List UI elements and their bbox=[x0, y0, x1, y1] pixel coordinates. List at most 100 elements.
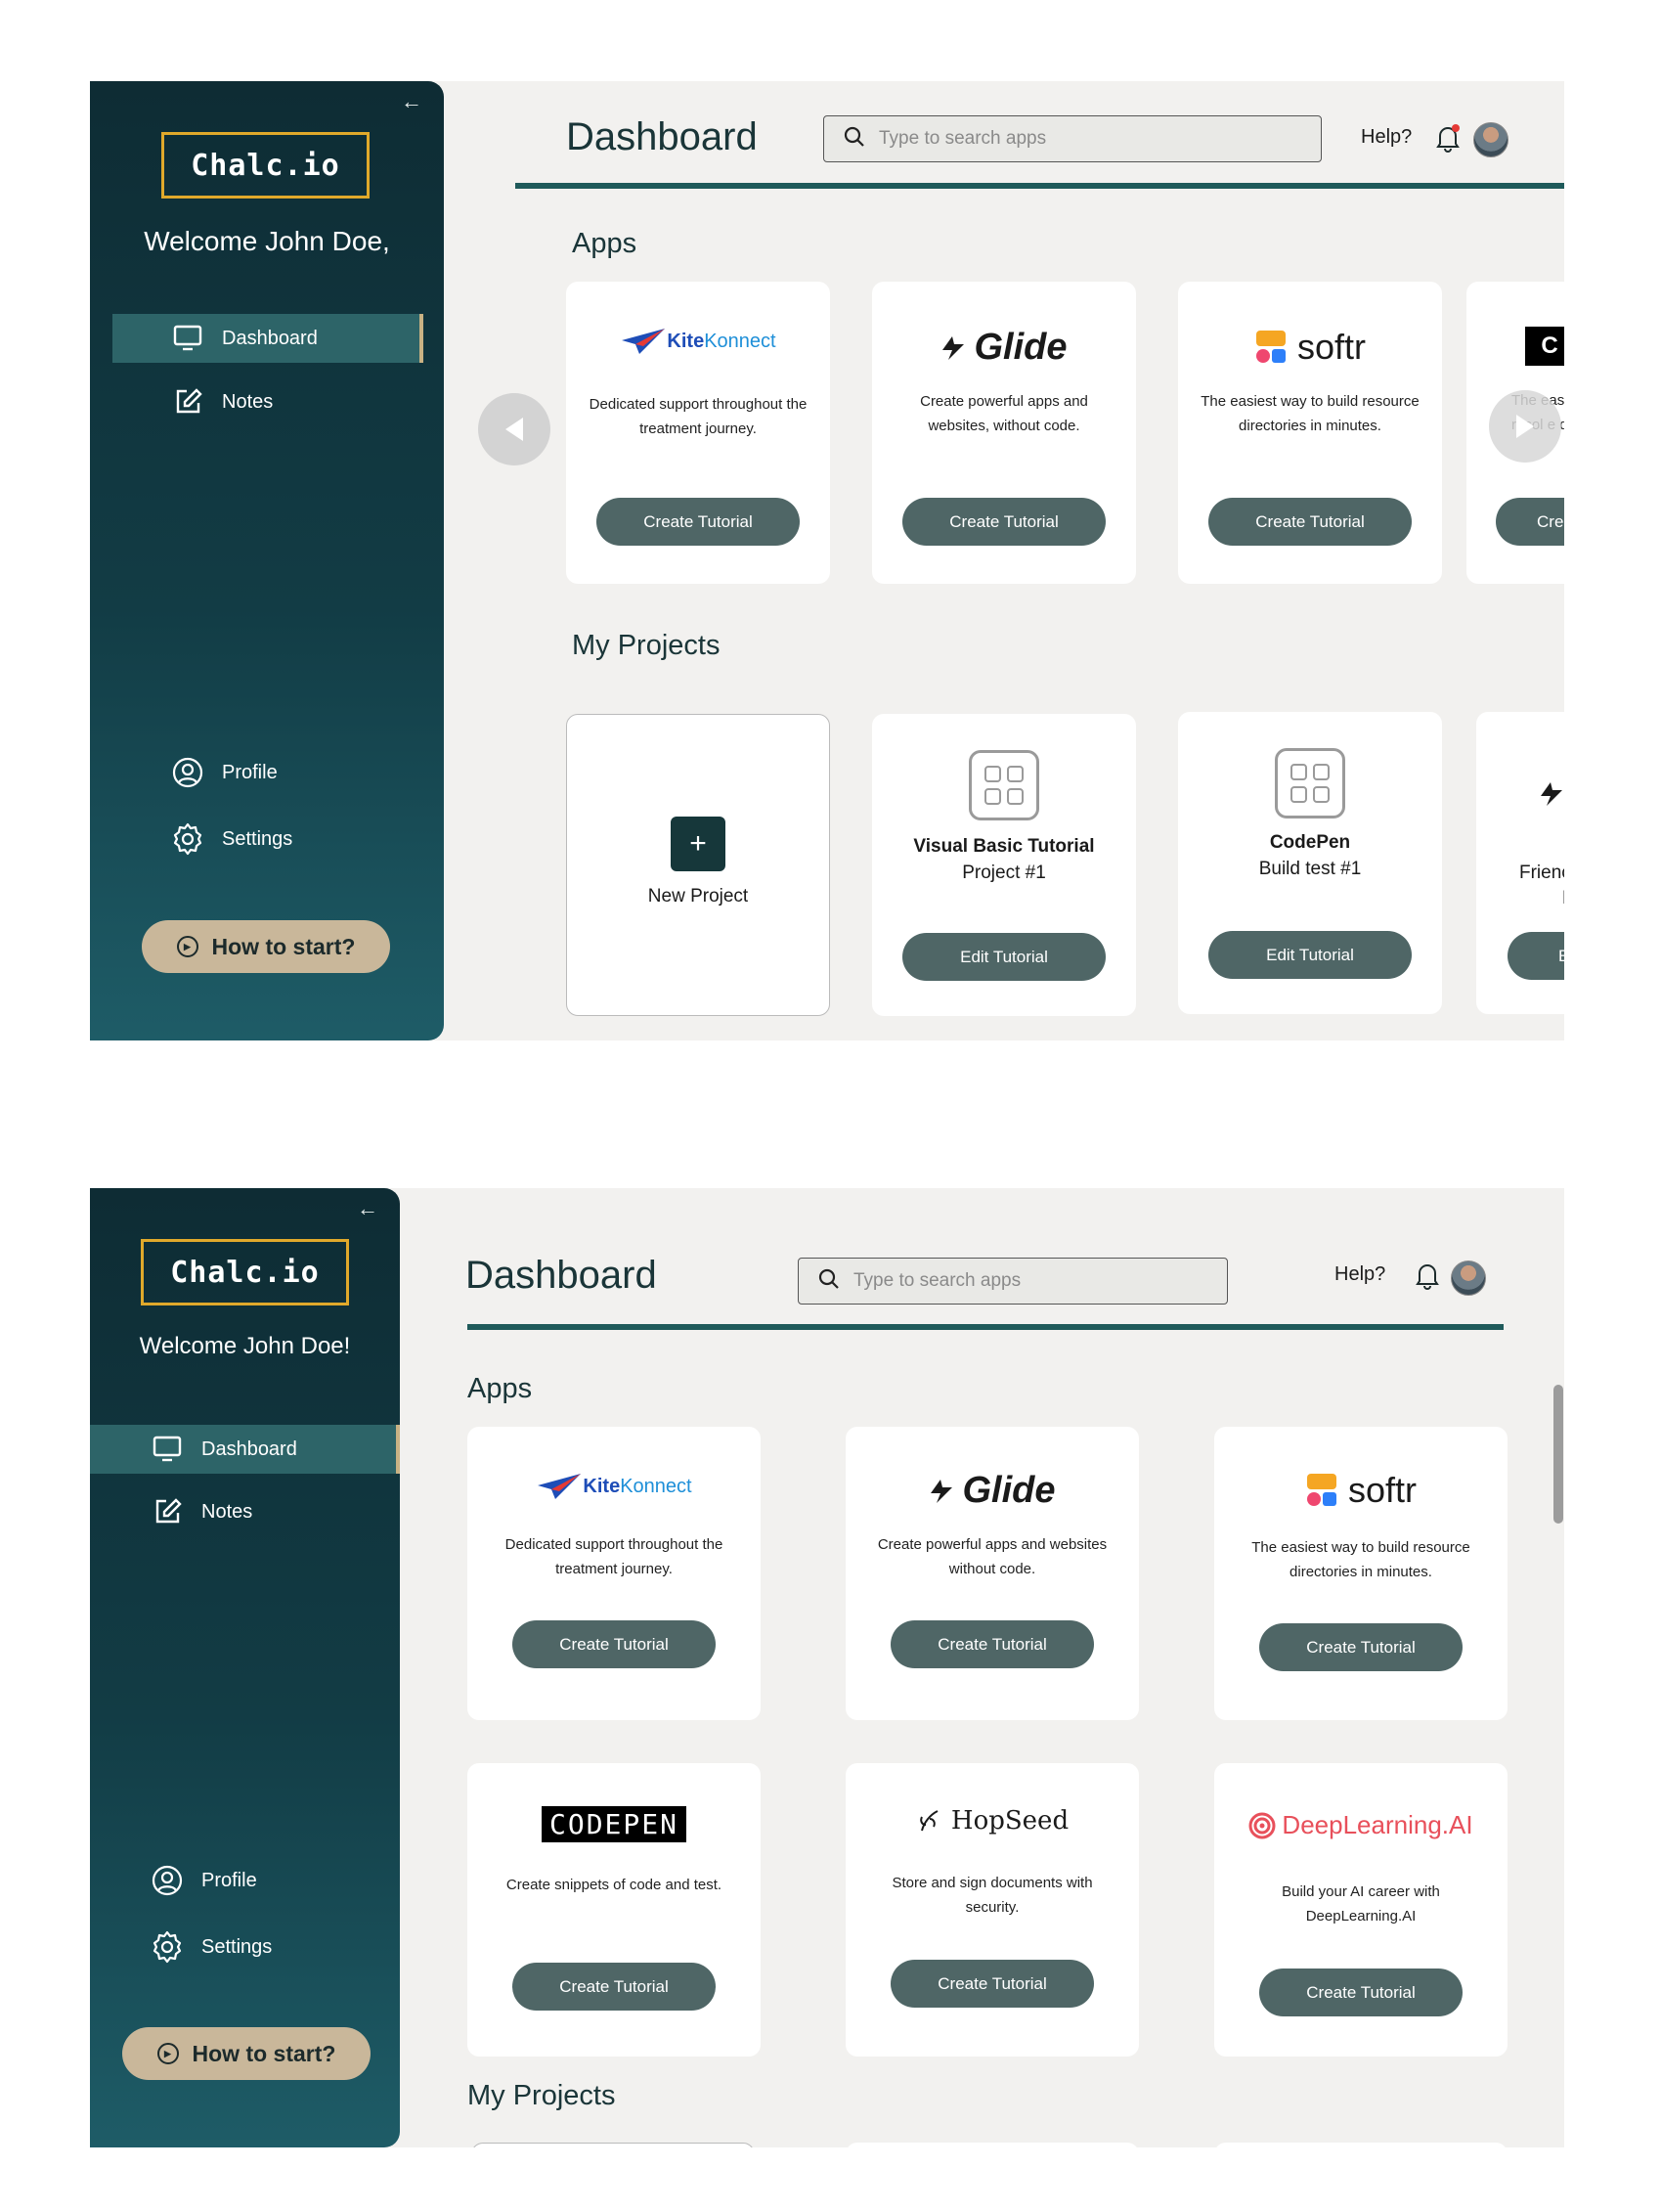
apps-section-title: Apps bbox=[467, 1373, 533, 1404]
search-icon bbox=[844, 126, 865, 153]
sidebar-item-label: Dashboard bbox=[222, 327, 318, 349]
sidebar-item-profile[interactable]: Profile bbox=[151, 1856, 257, 1905]
project-title: Visual Basic Tutorial Project #1 bbox=[913, 836, 1095, 883]
how-to-start-label: How to start? bbox=[211, 933, 356, 959]
scrollbar-thumb[interactable] bbox=[1553, 1385, 1563, 1524]
play-icon: ▶ bbox=[156, 2043, 179, 2064]
how-to-start-button[interactable]: ▶ How to start? bbox=[142, 920, 390, 973]
sidebar-item-dashboard[interactable]: Dashboard bbox=[90, 1425, 400, 1474]
help-link[interactable]: Help? bbox=[1334, 1263, 1385, 1286]
header-divider bbox=[467, 1324, 1504, 1330]
sidebar-item-dashboard[interactable]: Dashboard bbox=[112, 314, 423, 363]
sidebar-item-label: Settings bbox=[201, 1935, 273, 1958]
hopseed-logo: HopSeed bbox=[846, 1806, 1139, 1836]
carousel-next-button[interactable] bbox=[1489, 390, 1561, 463]
edit-note-icon bbox=[171, 385, 204, 419]
codepen-logo: CODEPEN bbox=[467, 1806, 761, 1842]
app-description: The easiest way to build resource direct… bbox=[1251, 1539, 1470, 1580]
collapse-arrow-icon[interactable]: ← bbox=[401, 89, 422, 114]
app-card-kitekonnect: Kite Konnect Dedicated support throughout… bbox=[467, 1427, 761, 1720]
avatar[interactable] bbox=[1473, 122, 1508, 157]
project-card: Visual Basic Tutorial Project #1 Edit Tu… bbox=[872, 714, 1136, 1016]
sidebar: ← Chalc.io Welcome John Doe! Dashboard N… bbox=[90, 1188, 400, 2147]
create-tutorial-button[interactable]: Create Tutorial bbox=[891, 1620, 1094, 1668]
search-input[interactable] bbox=[853, 1270, 1202, 1292]
carousel-prev-button[interactable] bbox=[478, 393, 550, 465]
app-card-glide: Glide Create powerful apps and websites,… bbox=[872, 282, 1136, 584]
project-card-partial: Frienc E E bbox=[1476, 712, 1564, 1014]
glide-logo: Glide bbox=[846, 1470, 1139, 1512]
kitekonnect-logo: Kite Konnect bbox=[566, 327, 830, 356]
brand-logo: Chalc.io bbox=[161, 132, 370, 199]
deeplearning-logo: DeepLearning.AI bbox=[1214, 1810, 1508, 1840]
plus-icon[interactable]: + bbox=[671, 817, 725, 871]
sidebar-item-settings[interactable]: Settings bbox=[171, 815, 292, 863]
new-project-card[interactable]: + New Project bbox=[566, 714, 830, 1016]
search-bar bbox=[798, 1258, 1228, 1305]
sidebar-item-label: Profile bbox=[222, 761, 278, 783]
sidebar-item-label: Profile bbox=[201, 1869, 257, 1891]
create-tutorial-button[interactable]: Create Tutorial bbox=[902, 498, 1106, 546]
search-icon bbox=[818, 1268, 840, 1295]
search-bar bbox=[823, 115, 1322, 162]
app-card-codepen: CODEPEN Create snippets of code and test… bbox=[467, 1763, 761, 2057]
create-tutorial-button[interactable]: Create Tutorial bbox=[512, 1620, 716, 1668]
edit-tutorial-button[interactable]: Edit Tutorial bbox=[1208, 931, 1412, 979]
softr-logo: softr bbox=[1214, 1470, 1508, 1511]
search-input[interactable] bbox=[879, 128, 1285, 150]
how-to-start-label: How to start? bbox=[192, 2040, 336, 2066]
app-card-hopseed: HopSeed Store and sign documents with se… bbox=[846, 1763, 1139, 2057]
help-link[interactable]: Help? bbox=[1361, 126, 1412, 149]
project-grid-icon bbox=[1275, 748, 1345, 818]
sidebar-item-notes[interactable]: Notes bbox=[171, 377, 273, 426]
dashboard-view-1: ← Chalc.io Welcome John Doe, Dashboard N… bbox=[90, 81, 1564, 1040]
sidebar-item-profile[interactable]: Profile bbox=[171, 748, 278, 797]
notification-bell-icon[interactable] bbox=[1413, 1261, 1442, 1295]
create-tutorial-button[interactable]: Create Tutorial bbox=[1259, 1969, 1463, 2016]
glide-logo: Glide bbox=[872, 327, 1136, 369]
sidebar-item-settings[interactable]: Settings bbox=[151, 1923, 272, 1971]
projects-section-title: My Projects bbox=[467, 2080, 616, 2111]
softr-logo: softr bbox=[1178, 327, 1442, 368]
user-circle-icon bbox=[171, 756, 204, 789]
app-card-softr: softr The easiest way to build resource … bbox=[1214, 1427, 1508, 1720]
edit-tutorial-button[interactable]: E bbox=[1508, 932, 1564, 980]
brand-logo: Chalc.io bbox=[141, 1239, 349, 1305]
project-grid-icon bbox=[969, 750, 1039, 820]
project-title: CodePen Build test #1 bbox=[1258, 832, 1362, 879]
app-description: Dedicated support throughout the treatme… bbox=[504, 1536, 723, 1577]
project-card-partial bbox=[846, 2143, 1139, 2147]
new-project-card-partial[interactable] bbox=[471, 2143, 755, 2147]
sidebar-item-notes[interactable]: Notes bbox=[151, 1487, 252, 1536]
sidebar: ← Chalc.io Welcome John Doe, Dashboard N… bbox=[90, 81, 444, 1040]
edit-tutorial-button[interactable]: Edit Tutorial bbox=[902, 933, 1106, 981]
project-card-partial bbox=[1214, 2143, 1508, 2147]
app-card-deeplearning: DeepLearning.AI Build your AI career wit… bbox=[1214, 1763, 1508, 2057]
welcome-message: Welcome John Doe! bbox=[139, 1333, 351, 1359]
app-description: Build your AI career with DeepLearning.A… bbox=[1282, 1883, 1440, 1924]
how-to-start-button[interactable]: ▶ How to start? bbox=[122, 2027, 371, 2080]
create-tutorial-button[interactable]: Create Tutorial bbox=[891, 1960, 1094, 2008]
create-tutorial-button[interactable]: Create Tutorial bbox=[512, 1963, 716, 2011]
sidebar-item-label: Notes bbox=[201, 1500, 253, 1523]
app-card-softr: softr The easiest way to build resource … bbox=[1178, 282, 1442, 584]
gear-icon bbox=[151, 1930, 184, 1964]
page-title: Dashboard bbox=[465, 1254, 657, 1297]
create-tutorial-button[interactable]: Create Tutorial bbox=[1208, 498, 1412, 546]
create-tutorial-button[interactable]: Create Tutorial bbox=[1259, 1623, 1463, 1671]
user-circle-icon bbox=[151, 1864, 184, 1897]
create-tutorial-button[interactable]: Create Tutorial bbox=[596, 498, 800, 546]
app-description: Create snippets of code and test. bbox=[505, 1877, 722, 1893]
app-card-kitekonnect: Kite Konnect Dedicated support throughout… bbox=[566, 282, 830, 584]
glide-bolt-icon bbox=[1539, 780, 1564, 813]
gear-icon bbox=[171, 822, 204, 856]
collapse-arrow-icon[interactable]: ← bbox=[357, 1196, 378, 1221]
kitekonnect-logo: Kite Konnect bbox=[467, 1472, 761, 1501]
page-title: Dashboard bbox=[566, 115, 758, 158]
app-description: The easiest way to build resource direct… bbox=[1201, 393, 1420, 434]
create-tutorial-button[interactable]: Crea bbox=[1496, 498, 1564, 546]
projects-section-title: My Projects bbox=[572, 630, 721, 661]
edit-note-icon bbox=[151, 1495, 184, 1528]
notification-bell-icon[interactable] bbox=[1433, 123, 1463, 157]
avatar[interactable] bbox=[1451, 1261, 1486, 1296]
